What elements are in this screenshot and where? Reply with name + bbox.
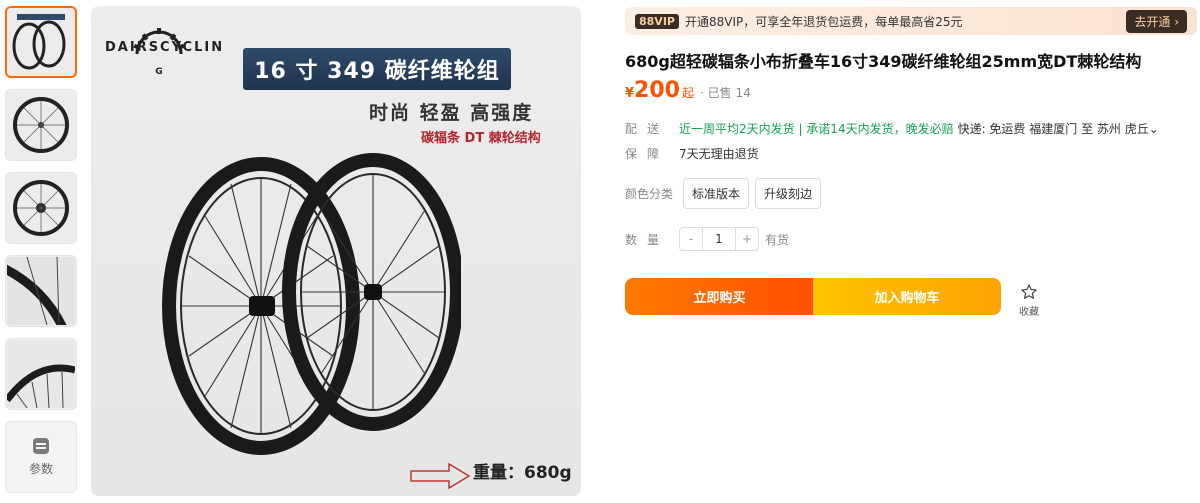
guarantee-label: 保障 (625, 147, 670, 161)
product-title: 680g超轻碳辐条小布折叠车16寸349碳纤维轮组25mm宽DT棘轮结构 (625, 52, 1142, 71)
shipping-row: 配送 近一周平均2天内发货 | 承诺14天内发货，晚发必赔 快递: 免运费 福建… (625, 120, 1159, 137)
params-tab[interactable]: 参数 (5, 421, 77, 493)
rim-detail-thumb-image (7, 257, 75, 325)
quantity-label: 数量 (625, 232, 670, 247)
price-suffix: 起 (681, 86, 694, 100)
price-row: ¥ 200 起 · 已售 14 (625, 78, 751, 103)
quantity-row: 数量 - 1 + 有货 (625, 227, 789, 251)
product-banner: 16 寸 349 碳纤维轮组 (243, 48, 511, 90)
variant-option-upgrade[interactable]: 升级刻边 (755, 178, 822, 209)
variant-row: 颜色分类 标准版本 升级刻边 (625, 178, 827, 209)
variant-label: 颜色分类 (625, 187, 674, 201)
params-label: 参数 (28, 461, 53, 476)
buy-now-button[interactable]: 立即购买 (625, 278, 814, 315)
variant-option-standard[interactable]: 标准版本 (683, 178, 750, 209)
right-wheel (282, 153, 461, 431)
rear-wheel-thumb-image (7, 174, 75, 242)
spoke-detail-thumb-image (7, 340, 75, 408)
weight-label: 重量：680g (473, 463, 572, 483)
wheelset-thumb-image (7, 8, 75, 76)
thumbnail-2[interactable] (5, 89, 77, 161)
vip-promo-bar: 88VIP 开通88VIP，可享全年退货包运费，每单最高省25元 去开通 › (625, 7, 1197, 35)
thumbnail-5[interactable] (5, 338, 77, 410)
quantity-minus-button[interactable]: - (680, 232, 702, 246)
sold-count: · 已售 14 (700, 86, 751, 100)
vip-badge: 88VIP (635, 13, 679, 29)
params-icon (33, 437, 49, 454)
quantity-stepper: - 1 + (679, 227, 759, 251)
price-value: 200 (634, 78, 680, 103)
shipping-info[interactable]: 快递: 免运费 福建厦门 至 苏州 虎丘⌄ (958, 120, 1159, 137)
thumbnail-3[interactable] (5, 172, 77, 244)
wheelset-illustration (162, 153, 461, 455)
shipping-label: 配送 (625, 122, 670, 136)
price-currency: ¥ (625, 86, 635, 101)
quantity-plus-button[interactable]: + (736, 232, 758, 246)
favorite-label: 收藏 (1019, 307, 1039, 318)
weight-arrow (410, 462, 471, 490)
slogan: 时尚 轻盈 高强度 (369, 102, 534, 124)
stock-status: 有货 (765, 232, 790, 247)
thumbnail-4[interactable] (5, 255, 77, 327)
svg-text:G: G (155, 67, 162, 76)
front-wheel-thumb-image (7, 91, 75, 159)
star-icon (1021, 284, 1037, 299)
shipping-promise: 近一周平均2天内发货 | 承诺14天内发货，晚发必赔 (679, 122, 954, 136)
guarantee-row: 保障 7天无理由退货 (625, 145, 759, 162)
guarantee-text: 7天无理由退货 (679, 147, 759, 161)
main-product-image[interactable]: G DAIRSCYCLIN 16 寸 349 碳纤维轮组 时尚 轻盈 高强度 碳… (91, 6, 581, 496)
add-to-cart-button[interactable]: 加入购物车 (813, 278, 1001, 315)
thumbnail-1[interactable] (5, 6, 77, 78)
brand-name: DAIRSCYCLIN (105, 40, 225, 55)
favorite-button[interactable]: 收藏 (1018, 283, 1040, 318)
vip-text: 开通88VIP，可享全年退货包运费，每单最高省25元 (684, 14, 963, 29)
sub-slogan: 碳辐条 DT 棘轮结构 (421, 131, 541, 146)
vip-open-button[interactable]: 去开通 › (1126, 9, 1187, 33)
quantity-input[interactable]: 1 (702, 228, 736, 250)
thumbnail-list: 参数 (5, 6, 79, 503)
